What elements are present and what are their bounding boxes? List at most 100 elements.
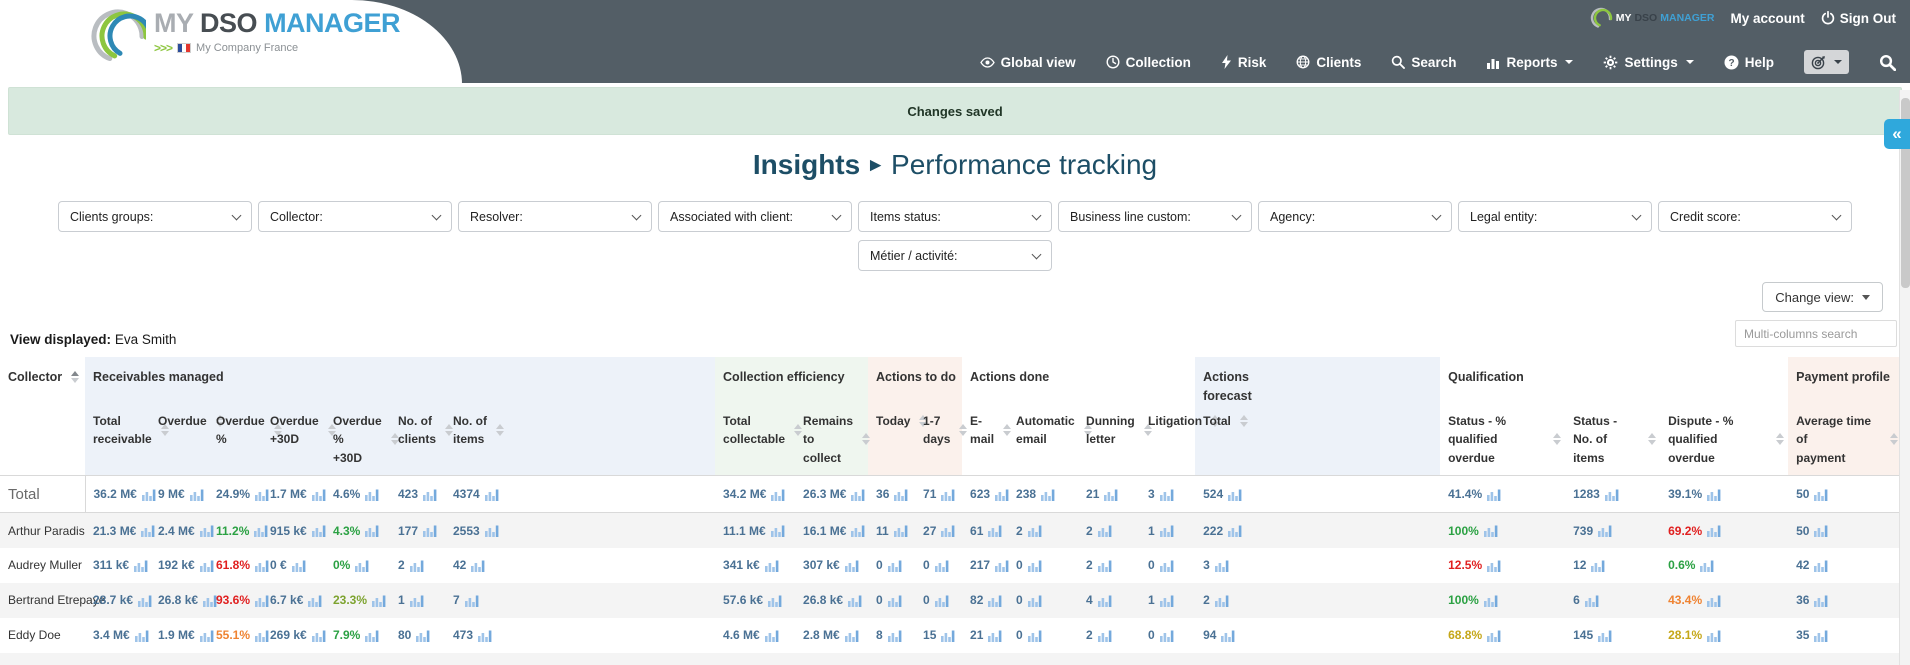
bar-chart-icon[interactable] [1598,524,1613,538]
bar-chart-icon[interactable] [1707,488,1722,501]
bar-chart-icon[interactable] [308,594,323,607]
bar-chart-icon[interactable] [1221,629,1236,642]
my-account-link[interactable]: My account [1730,11,1804,26]
bar-chart-icon[interactable] [416,629,431,642]
bar-chart-icon[interactable] [1097,629,1113,642]
bar-chart-icon[interactable] [988,629,1003,642]
column-header-total-collectable[interactable]: Total collectable [715,409,803,476]
column-header-dispute-qualified-overdue[interactable]: Dispute - % qualified overdue [1660,409,1789,476]
bar-chart-icon[interactable] [887,559,903,572]
bar-chart-icon[interactable] [199,629,215,642]
nav-item-settings[interactable]: Settings [1603,55,1694,70]
bar-chart-icon[interactable] [770,524,786,538]
sort-arrows-icon[interactable] [71,371,80,384]
column-header-no-of-items[interactable]: No. of items [445,409,716,476]
bar-chart-icon[interactable] [134,559,149,572]
bar-chart-icon[interactable] [311,524,327,538]
nav-item-reports[interactable]: Reports [1486,55,1574,70]
bar-chart-icon[interactable] [255,629,270,642]
bar-chart-icon[interactable] [1707,629,1722,642]
sort-arrows-icon[interactable] [959,424,968,437]
collector-name[interactable]: Eddy Doe [0,618,85,653]
bar-chart-icon[interactable] [199,524,215,538]
sort-arrows-icon[interactable] [794,424,803,437]
bar-chart-icon[interactable] [1104,488,1119,501]
bar-chart-icon[interactable] [478,629,493,642]
bar-chart-icon[interactable] [887,594,903,607]
bar-chart-icon[interactable] [988,594,1003,607]
bar-chart-icon[interactable] [941,524,956,538]
bar-chart-icon[interactable] [1707,594,1722,607]
bar-chart-icon[interactable] [1487,629,1502,642]
bar-chart-icon[interactable] [1598,629,1613,642]
filter-m-tier-activit[interactable]: Métier / activité: [858,240,1052,271]
sort-arrows-icon[interactable] [1776,433,1785,446]
bar-chart-icon[interactable] [1228,488,1243,501]
bar-chart-icon[interactable] [141,524,156,538]
bar-chart-icon[interactable] [365,629,380,642]
column-header-total[interactable]: Total [1195,409,1441,476]
bar-chart-icon[interactable] [1159,559,1175,572]
column-header-1-7-days[interactable]: 1-7 days [915,409,968,476]
nav-item-collection[interactable]: Collection [1106,55,1191,70]
nav-item-help[interactable]: ? Help [1724,55,1774,70]
filter-associated-with-client[interactable]: Associated with client: [658,201,852,232]
bar-chart-icon[interactable] [484,524,500,538]
column-header-status-no-of-items[interactable]: Status - No. of items [1565,409,1661,476]
nav-item-risk[interactable]: Risk [1221,55,1266,70]
bar-chart-icon[interactable] [988,524,1003,538]
bar-chart-icon[interactable] [254,524,269,538]
bar-chart-icon[interactable] [1159,629,1175,642]
column-header-overdue-30d[interactable]: Overdue % +30D [325,409,399,476]
bar-chart-icon[interactable] [372,594,387,607]
bar-chart-icon[interactable] [1483,594,1499,607]
bar-chart-icon[interactable] [893,524,909,538]
collapse-panel-button[interactable]: « [1884,119,1910,149]
bar-chart-icon[interactable] [934,559,950,572]
column-header-automatic-email[interactable]: Automatic email [1008,409,1092,476]
bar-chart-icon[interactable] [1214,559,1230,572]
bar-chart-icon[interactable] [1027,559,1043,572]
bar-chart-icon[interactable] [138,594,153,607]
column-header-today[interactable]: Today [868,409,928,476]
bar-chart-icon[interactable] [1814,594,1829,607]
sort-arrows-icon[interactable] [1003,424,1012,437]
bar-chart-icon[interactable] [1591,559,1606,572]
column-header-remains-to-collect[interactable]: Remains to collect [795,409,871,476]
bar-chart-icon[interactable] [141,488,157,501]
bar-chart-icon[interactable] [255,594,270,607]
sign-out-link[interactable]: Sign Out [1821,11,1896,26]
bar-chart-icon[interactable] [255,488,270,501]
bar-chart-icon[interactable] [255,559,270,572]
collector-name[interactable]: Bertrand Etrepaye [0,583,105,618]
global-search-button[interactable] [1879,54,1896,71]
column-header-total-receivable[interactable]: Total receivable [85,409,169,476]
sort-arrows-icon[interactable] [1553,433,1562,446]
multi-columns-search-input[interactable] [1735,320,1897,347]
bar-chart-icon[interactable] [365,524,380,538]
column-header-average-time-of-payment[interactable]: Average time of payment [1788,409,1903,476]
bar-chart-icon[interactable] [471,559,486,572]
filter-agency[interactable]: Agency: [1258,201,1452,232]
sort-arrows-icon[interactable] [1239,414,1248,427]
bar-chart-icon[interactable] [1483,524,1499,538]
sort-arrows-icon[interactable] [1890,433,1899,446]
bar-chart-icon[interactable] [1584,594,1600,607]
bar-chart-icon[interactable] [1097,524,1113,538]
bar-chart-icon[interactable] [941,629,956,642]
sort-arrows-icon[interactable] [445,424,454,437]
bar-chart-icon[interactable] [1159,488,1175,501]
bar-chart-icon[interactable] [768,594,783,607]
bar-chart-icon[interactable] [1228,524,1243,538]
bar-chart-icon[interactable] [995,559,1010,572]
filter-collector[interactable]: Collector: [258,201,452,232]
bar-chart-icon[interactable] [423,524,438,538]
vertical-scrollbar[interactable] [1899,90,1910,665]
filter-clients-groups[interactable]: Clients groups: [58,201,252,232]
bar-chart-icon[interactable] [894,488,909,501]
bar-chart-icon[interactable] [484,488,500,501]
column-header-collector[interactable]: Collector [0,357,85,476]
filter-credit-score[interactable]: Credit score: [1658,201,1852,232]
bar-chart-icon[interactable] [844,559,860,572]
collector-name[interactable]: Eva Smith [0,653,85,665]
